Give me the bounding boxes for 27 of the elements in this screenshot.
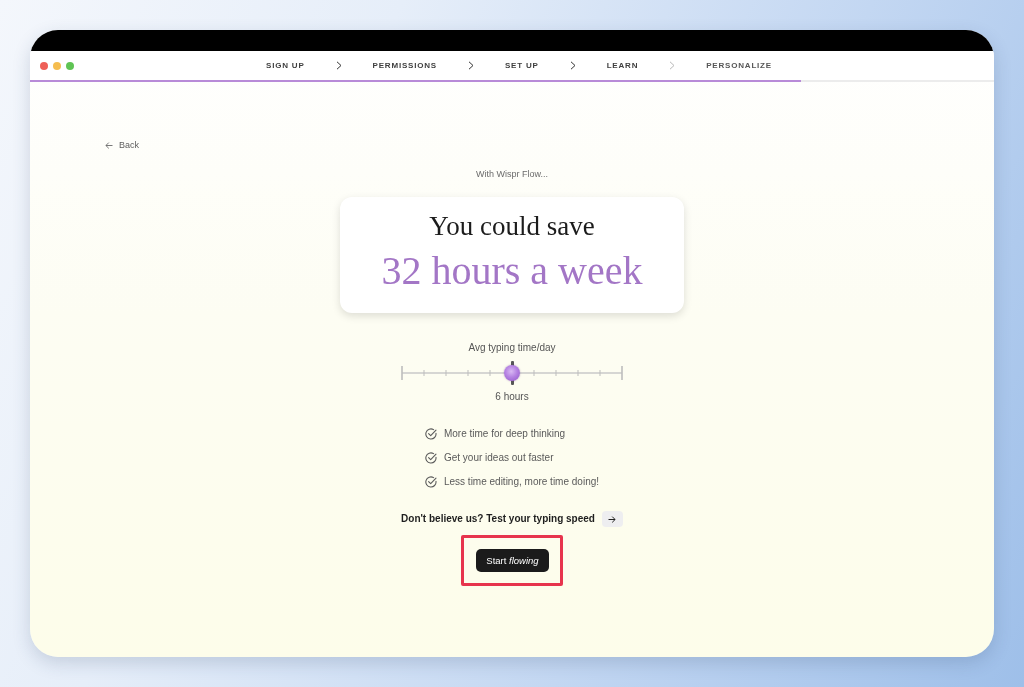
step-label: LEARN	[606, 60, 639, 71]
window-control-icon[interactable]	[53, 61, 61, 70]
savings-amount: 32 hours a week	[381, 248, 643, 294]
arrow-right-icon	[608, 515, 617, 523]
benefit-text: Less time editing, more time doing!	[443, 476, 600, 488]
savings-headline: You could save	[429, 210, 595, 242]
window-control-icon[interactable]	[66, 61, 74, 70]
slider-label: Avg typing time/day	[468, 342, 556, 354]
arrow-left-icon	[105, 141, 113, 149]
typing-test-prompt: Don't believe us? Test your typing speed	[401, 513, 595, 525]
step-label: SIGN UP	[266, 60, 305, 71]
intro-text: With Wispr Flow...	[476, 168, 548, 180]
step-label: SET UP	[504, 60, 539, 71]
window-control-icon[interactable]	[40, 61, 48, 70]
benefit-text: Get your ideas out faster	[443, 452, 554, 464]
check-circle-icon	[424, 428, 437, 440]
benefit-text: More time for deep thinking	[443, 428, 566, 440]
check-circle-icon	[424, 476, 437, 488]
start-button[interactable]: Start flowing	[476, 549, 549, 572]
slider-thumb[interactable]	[504, 361, 520, 385]
check-circle-icon	[424, 452, 437, 464]
typing-test-button[interactable]	[601, 511, 623, 527]
slider-reading: 6 hours	[495, 391, 529, 403]
step-label: PERMISSIONS	[372, 60, 437, 71]
back-link[interactable]: Back	[105, 139, 139, 151]
slider-track[interactable]	[401, 363, 623, 383]
step-label: PERSONALIZE	[706, 60, 772, 71]
